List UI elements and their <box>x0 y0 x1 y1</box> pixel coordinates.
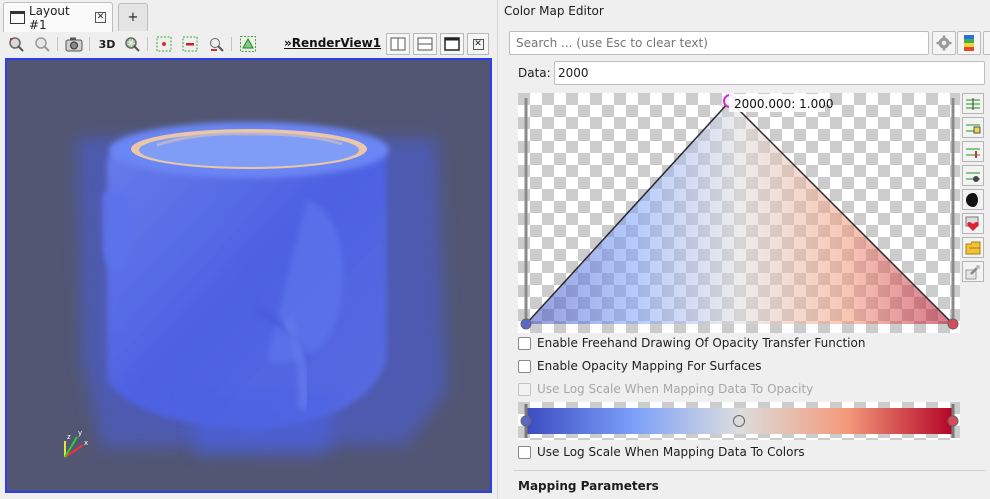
split-vertical-button[interactable] <box>413 33 437 55</box>
save-to-presets-button[interactable] <box>962 213 984 234</box>
colormap-preset-icon <box>964 35 974 51</box>
view-toolbar: 3D »RenderView1 ✕ <box>0 31 496 57</box>
panel-splitter[interactable] <box>497 0 498 499</box>
render-view[interactable]: x y z <box>5 58 492 493</box>
load-preset-button[interactable] <box>962 237 984 258</box>
color-point-max[interactable] <box>947 415 959 427</box>
opacity-point-max[interactable] <box>947 318 959 330</box>
split-horizontal-button[interactable] <box>386 33 410 55</box>
mapping-parameters-header[interactable]: Mapping Parameters <box>518 479 659 499</box>
log-colors-option[interactable]: Use Log Scale When Mapping Data To Color… <box>518 445 805 459</box>
close-tab-icon[interactable]: ✕ <box>95 12 106 23</box>
close-view-icon: ✕ <box>472 38 484 50</box>
rescale-visible-range-button[interactable] <box>962 165 984 186</box>
section-divider <box>514 470 986 471</box>
select-points-icon[interactable] <box>154 34 174 54</box>
tab-layout-1[interactable]: Layout #1 ✕ <box>3 2 113 32</box>
overflow-button[interactable] <box>983 31 990 55</box>
grow-selection-icon[interactable] <box>206 34 226 54</box>
color-transfer-function-editor[interactable] <box>518 402 960 440</box>
gear-icon <box>936 35 952 51</box>
invert-colors-button[interactable] <box>962 189 984 210</box>
layout-tab-bar: Layout #1 ✕ + <box>0 0 496 32</box>
maximize-view-button[interactable] <box>440 33 464 55</box>
zoom-to-box-icon[interactable] <box>122 34 142 54</box>
opacity-surfaces-label: Enable Opacity Mapping For Surfaces <box>537 359 762 373</box>
add-tab-button[interactable]: + <box>118 3 148 31</box>
log-opacity-label: Use Log Scale When Mapping Data To Opaci… <box>537 382 814 396</box>
freehand-checkbox[interactable] <box>518 336 531 350</box>
opacity-function-editor[interactable]: 2000.000: 1.000 <box>518 93 960 333</box>
choose-preset-button[interactable] <box>957 31 981 55</box>
wrench-icon <box>965 264 980 279</box>
folder-icon <box>965 241 981 254</box>
rescale-range-button[interactable] <box>962 93 984 114</box>
color-point-min[interactable] <box>520 415 532 427</box>
advanced-button[interactable] <box>962 261 984 282</box>
data-label: Data: <box>518 66 551 80</box>
toggle-3d-button[interactable]: 3D <box>96 34 118 54</box>
deselect-icon[interactable] <box>180 34 200 54</box>
panel-title: Color Map Editor <box>504 4 604 18</box>
opacity-surfaces-checkbox[interactable] <box>518 359 531 373</box>
overflow-chevrons: » <box>284 36 292 50</box>
log-opacity-checkbox <box>518 382 531 396</box>
camera-icon[interactable] <box>64 34 84 54</box>
log-colors-checkbox[interactable] <box>518 445 531 459</box>
rescale-custom-icon <box>966 123 981 133</box>
axis-z-label: z <box>67 433 71 441</box>
orientation-axes: x y z <box>64 429 88 458</box>
axis-y-label: y <box>78 429 82 437</box>
freehand-option[interactable]: Enable Freehand Drawing Of Opacity Trans… <box>518 336 865 350</box>
rescale-icon <box>966 97 980 110</box>
render-view-label: RenderView1 <box>291 36 382 50</box>
select-triangle-icon[interactable] <box>238 34 258 54</box>
layout-panel: Layout #1 ✕ + 3D »RenderView1 ✕ x y z <box>0 0 496 499</box>
heart-icon <box>965 216 979 231</box>
log-opacity-option: Use Log Scale When Mapping Data To Opaci… <box>518 382 813 396</box>
settings-button[interactable] <box>932 31 956 55</box>
rescale-custom-button[interactable] <box>962 117 984 138</box>
close-view-button[interactable]: ✕ <box>467 33 489 55</box>
search-input[interactable] <box>509 31 929 55</box>
invert-icon <box>966 192 980 207</box>
opacity-point-tooltip: 2000.000: 1.000 <box>734 97 833 111</box>
tab-label: Layout #1 <box>28 3 70 32</box>
opacity-surfaces-option[interactable]: Enable Opacity Mapping For Surfaces <box>518 359 762 373</box>
axis-x-label: x <box>84 439 88 447</box>
render-view-name[interactable]: »RenderView1 <box>284 36 381 50</box>
zoom-closest-icon[interactable] <box>32 34 52 54</box>
rescale-data-icon <box>966 147 980 158</box>
color-point-mid[interactable] <box>733 415 745 427</box>
rescale-visible-icon <box>966 171 980 182</box>
window-icon <box>10 11 25 24</box>
rescale-data-range-button[interactable] <box>962 141 984 162</box>
opacity-point-min[interactable] <box>520 318 532 330</box>
data-value-field[interactable]: 2000 <box>554 61 985 85</box>
freehand-label: Enable Freehand Drawing Of Opacity Trans… <box>537 336 866 350</box>
log-colors-label: Use Log Scale When Mapping Data To Color… <box>537 445 805 459</box>
reset-camera-icon[interactable] <box>6 34 26 54</box>
